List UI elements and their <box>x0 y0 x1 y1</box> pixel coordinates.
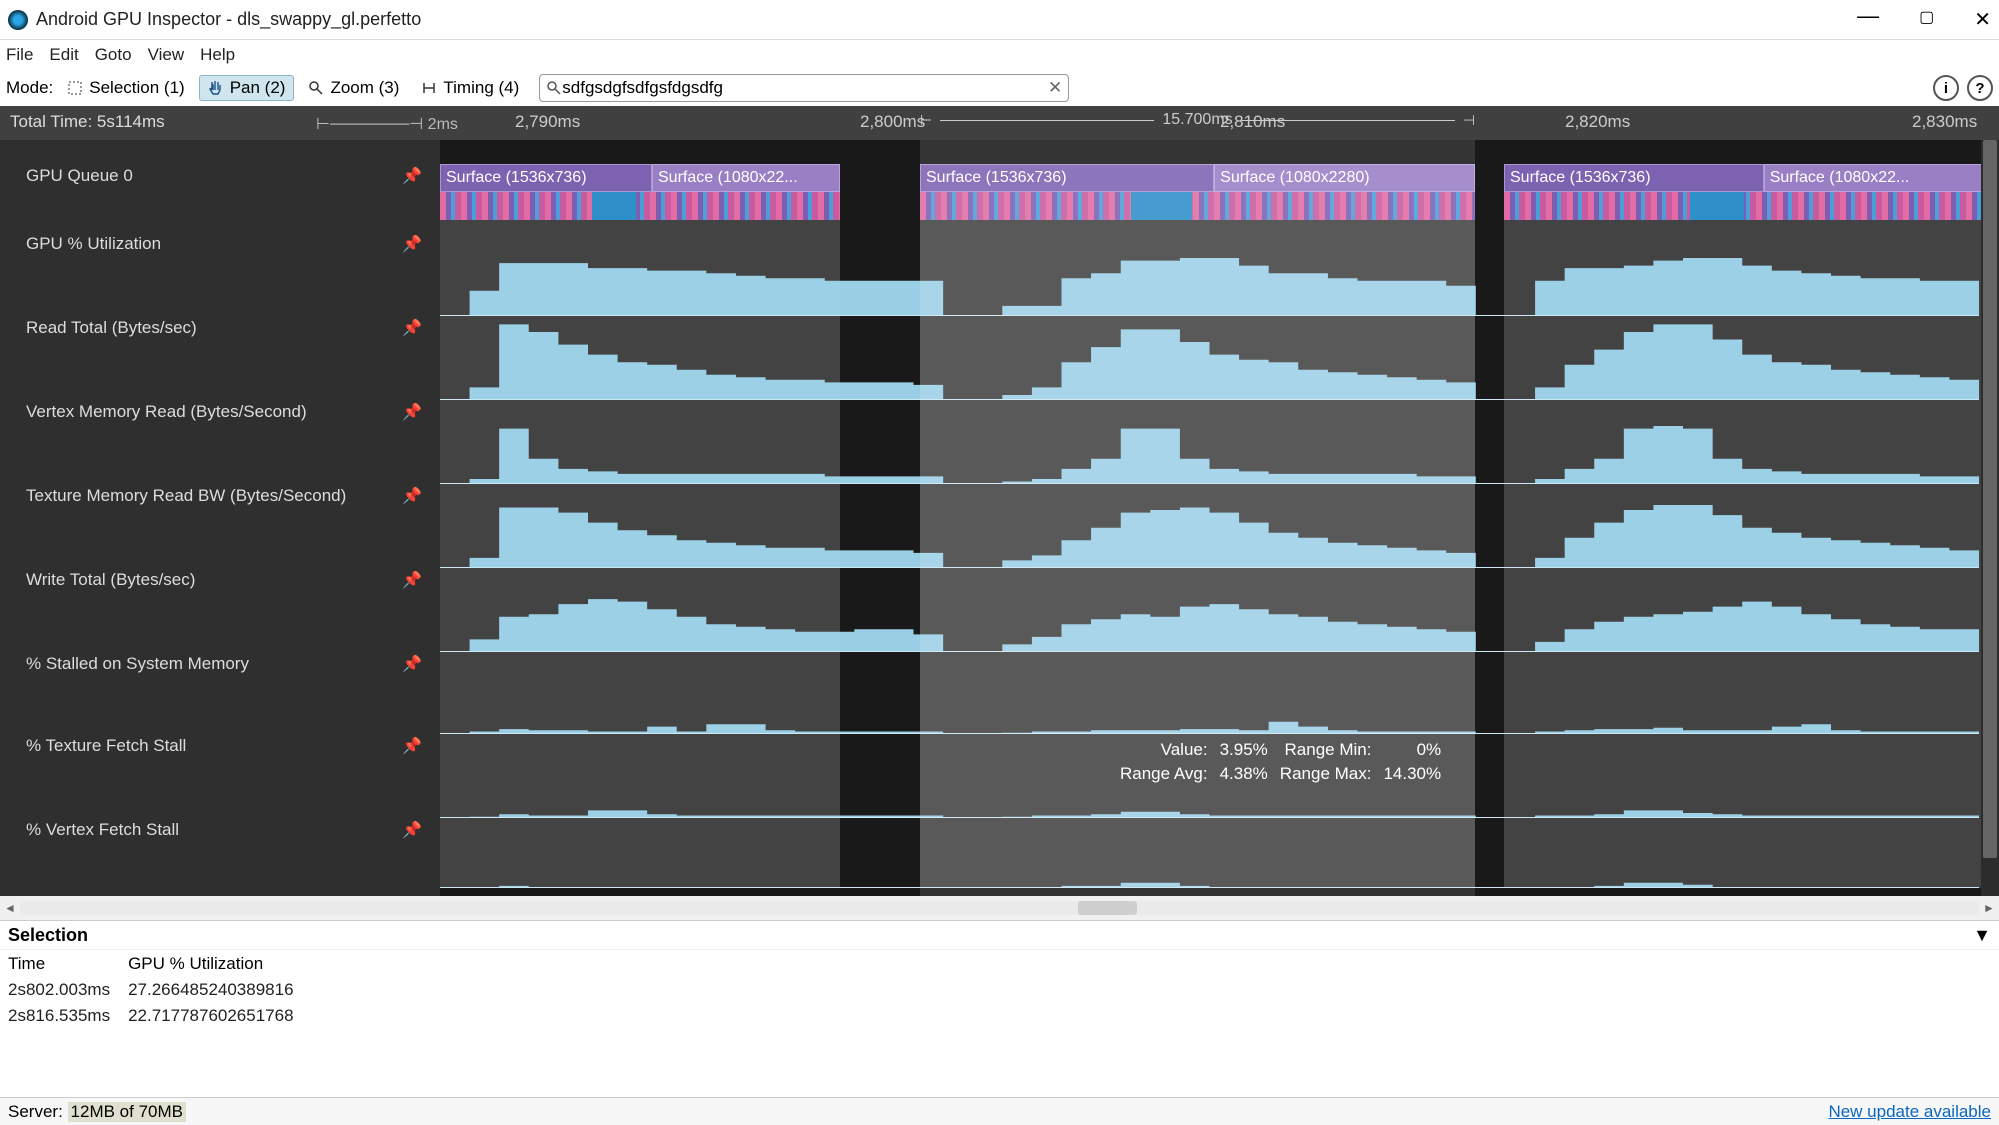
mode-zoom[interactable]: Zoom (3) <box>300 76 407 100</box>
selection-table: Time GPU % Utilization 2s802.003ms27.266… <box>0 950 306 1030</box>
toolbar: Mode: Selection (1) Pan (2) Zoom (3) Tim… <box>0 70 1999 106</box>
track-label: Write Total (Bytes/sec) <box>26 570 195 590</box>
window-controls: — ▢ ✕ <box>1857 7 1991 33</box>
pin-icon[interactable]: 📌 <box>402 318 422 338</box>
update-link[interactable]: New update available <box>1828 1102 1991 1122</box>
titlebar: Android GPU Inspector - dls_swappy_gl.pe… <box>0 0 1999 40</box>
track-label: % Vertex Fetch Stall <box>26 820 179 840</box>
minimize-button[interactable]: — <box>1857 3 1879 29</box>
surface-block[interactable]: Surface (1080x2280) <box>1214 164 1475 192</box>
track-label: GPU Queue 0 <box>26 166 133 186</box>
track-label: Read Total (Bytes/sec) <box>26 318 197 338</box>
timing-icon <box>421 80 437 96</box>
col-value[interactable]: GPU % Utilization <box>122 952 303 976</box>
hover-tooltip: Value:3.95% Range Min:0% Range Avg:4.38%… <box>1120 740 1441 784</box>
scroll-right-icon[interactable]: ► <box>1979 901 1999 915</box>
menubar: File Edit Goto View Help <box>0 40 1999 70</box>
total-time-label: Total Time: 5s114ms <box>10 112 165 132</box>
track-label: % Stalled on System Memory <box>26 654 249 674</box>
maximize-button[interactable]: ▢ <box>1919 7 1934 33</box>
track-label: Vertex Memory Read (Bytes/Second) <box>26 402 307 422</box>
surface-block[interactable]: Surface (1536x736) <box>440 164 652 192</box>
menu-edit[interactable]: Edit <box>49 45 78 65</box>
search-icon <box>546 80 562 96</box>
menu-view[interactable]: View <box>148 45 185 65</box>
table-row[interactable]: 2s816.535ms22.717787602651768 <box>2 1004 304 1028</box>
track-data-area[interactable]: Value:3.95% Range Min:0% Range Avg:4.38%… <box>440 140 1979 896</box>
mode-label: Mode: <box>6 78 53 98</box>
surface-block[interactable]: Surface (1080x22... <box>652 164 840 192</box>
col-time[interactable]: Time <box>2 952 120 976</box>
ruler-tick: 2,830ms <box>1912 112 1977 132</box>
pin-icon[interactable]: 📌 <box>402 736 422 756</box>
scroll-left-icon[interactable]: ◄ <box>0 901 20 915</box>
horizontal-scrollbar[interactable]: ◄ ► <box>0 896 1999 920</box>
track-headers: GPU Queue 0 📌 GPU % Utilization 📌 Read Total… <box>0 140 440 896</box>
track-label: % Texture Fetch Stall <box>26 736 186 756</box>
selection-icon <box>67 80 83 96</box>
pin-icon[interactable]: 📌 <box>402 234 422 254</box>
zoom-icon <box>308 80 324 96</box>
search-input[interactable] <box>562 78 1048 98</box>
pin-icon[interactable]: 📌 <box>402 654 422 674</box>
menu-help[interactable]: Help <box>200 45 235 65</box>
info-button[interactable]: i <box>1933 75 1959 101</box>
server-memory: 12MB of 70MB <box>68 1102 186 1122</box>
vertical-scrollbar[interactable] <box>1981 140 1999 896</box>
menu-goto[interactable]: Goto <box>95 45 132 65</box>
surface-block[interactable]: Surface (1080x22... <box>1764 164 1994 192</box>
ruler-tick: 2,790ms <box>515 112 580 132</box>
app-icon <box>8 10 28 30</box>
ruler-tick: 2,800ms <box>860 112 925 132</box>
ruler-tick: 2,820ms <box>1565 112 1630 132</box>
menu-file[interactable]: File <box>6 45 33 65</box>
pin-icon[interactable]: 📌 <box>402 820 422 840</box>
server-label: Server: <box>8 1102 63 1122</box>
time-ruler[interactable]: Total Time: 5s114ms ⊢───────⊣ 2ms 2,790m… <box>0 106 1999 140</box>
mode-selection[interactable]: Selection (1) <box>59 76 192 100</box>
selection-panel-header[interactable]: Selection ▼ <box>0 920 1999 950</box>
table-row[interactable]: 2s802.003ms27.266485240389816 <box>2 978 304 1002</box>
mode-pan[interactable]: Pan (2) <box>199 75 295 101</box>
timeline[interactable]: Total Time: 5s114ms ⊢───────⊣ 2ms 2,790m… <box>0 106 1999 896</box>
window-title: Android GPU Inspector - dls_swappy_gl.pe… <box>36 9 421 30</box>
collapse-icon[interactable]: ▼ <box>1973 925 1991 945</box>
clear-search-icon[interactable]: ✕ <box>1048 78 1062 98</box>
selection-span-label: ⊢ 15.700ms ⊣ <box>920 108 1475 132</box>
selection-title: Selection <box>8 925 88 945</box>
close-button[interactable]: ✕ <box>1974 7 1991 33</box>
surface-block[interactable]: Surface (1536x736) <box>920 164 1214 192</box>
pin-icon[interactable]: 📌 <box>402 570 422 590</box>
help-button[interactable]: ? <box>1967 75 1993 101</box>
scale-hint: ⊢───────⊣ 2ms <box>316 114 458 134</box>
track-label: Texture Memory Read BW (Bytes/Second) <box>26 486 346 506</box>
pan-icon <box>208 80 224 96</box>
mode-timing[interactable]: Timing (4) <box>413 76 527 100</box>
surface-block[interactable]: Surface (1536x736) <box>1504 164 1764 192</box>
pin-icon[interactable]: 📌 <box>402 486 422 506</box>
track-label: GPU % Utilization <box>26 234 161 254</box>
search-box[interactable]: ✕ <box>539 74 1069 102</box>
statusbar: Server: 12MB of 70MB New update availabl… <box>0 1097 1999 1125</box>
pin-icon[interactable]: 📌 <box>402 402 422 422</box>
pin-icon[interactable]: 📌 <box>402 166 422 186</box>
